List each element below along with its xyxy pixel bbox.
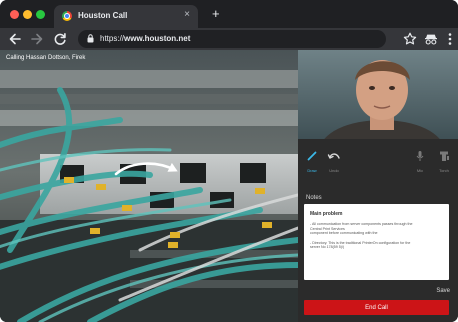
tab-strip: Houston Call × + (0, 0, 458, 28)
back-arrow-icon[interactable] (7, 31, 23, 47)
torch-icon (440, 151, 449, 161)
minimize-window-button[interactable] (23, 10, 32, 19)
new-tab-button[interactable]: + (212, 7, 220, 20)
more-menu-icon[interactable] (442, 31, 458, 47)
address-bar[interactable]: https://www.houston.net (78, 30, 386, 48)
end-call-button[interactable]: End Call (304, 300, 449, 315)
lock-icon (87, 34, 94, 43)
mic-icon (416, 151, 424, 161)
tab-houston-call[interactable]: Houston Call × (54, 5, 198, 28)
torch-tool-label: Torch (439, 168, 449, 173)
chrome-favicon-icon (62, 11, 72, 21)
reload-icon[interactable] (52, 31, 68, 47)
pen-icon (307, 151, 317, 161)
page-content: Calling Hassan Dottson, Firek Draw Undo … (0, 50, 458, 322)
notes-textarea[interactable]: Main problem - All communication from se… (304, 204, 449, 280)
tab-close-icon[interactable]: × (184, 9, 190, 21)
save-notes-button[interactable]: Save (436, 288, 450, 294)
notes-heading: Main problem (310, 211, 343, 217)
bookmark-star-icon[interactable] (402, 31, 418, 47)
undo-tool-button[interactable]: Undo (320, 149, 348, 173)
call-side-panel: Draw Undo Mic Torch Notes Main problem -… (298, 50, 458, 322)
server-rack-photo (0, 50, 298, 322)
url-protocol: https:// (100, 34, 125, 43)
url-domain: www.houston.net (124, 34, 191, 43)
url-text: https://www.houston.net (100, 34, 190, 43)
browser-toolbar: https://www.houston.net (0, 28, 458, 50)
torch-tool-button[interactable]: Torch (430, 149, 458, 173)
contact-portrait-photo (298, 50, 458, 139)
tab-title: Houston Call (78, 11, 128, 20)
live-video-feed[interactable]: Calling Hassan Dottson, Firek (0, 50, 298, 322)
close-window-button[interactable] (10, 10, 19, 19)
maximize-window-button[interactable] (36, 10, 45, 19)
browser-window: Houston Call × + https://www.houston.net (0, 0, 458, 322)
undo-icon (327, 153, 340, 159)
contact-video (298, 50, 458, 139)
notes-title: Notes (306, 195, 322, 201)
incognito-icon[interactable] (423, 31, 439, 47)
notes-line: server No 178(59 5)/) (310, 245, 345, 250)
undo-tool-label: Undo (329, 168, 339, 173)
calling-status: Calling Hassan Dottson, Firek (6, 55, 86, 61)
forward-arrow-icon[interactable] (29, 31, 45, 47)
